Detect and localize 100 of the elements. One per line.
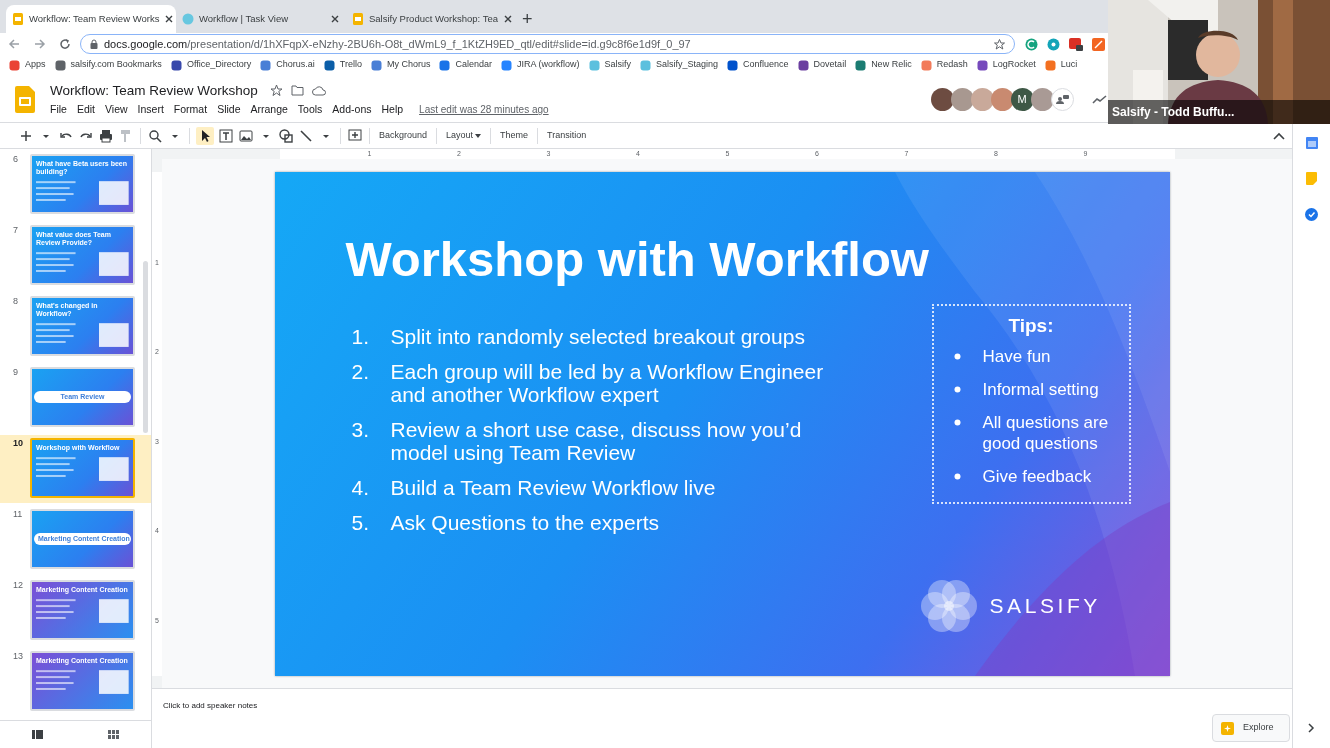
- line-icon[interactable]: [298, 127, 314, 144]
- slide-number: 6: [13, 153, 19, 166]
- menu-item[interactable]: View: [105, 101, 128, 118]
- list-number: 5.: [351, 511, 370, 534]
- tasks-icon[interactable]: [1305, 208, 1318, 221]
- bullet-icon: [953, 473, 961, 480]
- star-icon[interactable]: [269, 84, 283, 98]
- bookmark[interactable]: Office_Directory: [170, 58, 252, 72]
- tab-title: Workflow: Team Review Works: [29, 11, 160, 26]
- bullet-icon: [953, 419, 961, 426]
- bookmark[interactable]: My Chorus: [370, 58, 431, 72]
- forward-icon[interactable]: [34, 38, 46, 50]
- list-item-text: Split into randomly selected breakout groups: [390, 325, 806, 348]
- toolbar-button[interactable]: Transition: [542, 128, 592, 143]
- caret-icon: [475, 133, 482, 138]
- image-icon[interactable]: [238, 127, 254, 144]
- slide-number: 8: [13, 295, 19, 308]
- bookmark[interactable]: JIRA (workflow): [501, 58, 580, 72]
- bookmark[interactable]: salsify.com Bookmarks: [54, 58, 162, 72]
- list-number: 1.: [351, 325, 370, 348]
- bookmark[interactable]: Salsify_Staging: [640, 58, 719, 72]
- last-edit-link[interactable]: Last edit was 28 minutes ago: [419, 102, 549, 118]
- avatar[interactable]: [1030, 87, 1054, 111]
- bookmark[interactable]: Salsify: [588, 58, 631, 72]
- print-icon[interactable]: [98, 127, 114, 144]
- menu-item[interactable]: Slide: [217, 101, 241, 118]
- bookmark[interactable]: New Relic: [855, 58, 912, 72]
- bookmark[interactable]: Redash: [920, 58, 968, 72]
- avatar[interactable]: [990, 87, 1014, 111]
- list-number: 2.: [351, 360, 370, 385]
- zoom-icon[interactable]: [147, 127, 163, 144]
- menu-item[interactable]: Arrange: [250, 101, 288, 118]
- list-number: 4.: [351, 476, 370, 499]
- menu-item[interactable]: Tools: [297, 101, 323, 118]
- bookmark[interactable]: Dovetail: [797, 58, 847, 72]
- tip-text: All questions are good questions: [982, 412, 1110, 454]
- toolbar-button[interactable]: Background: [374, 128, 433, 143]
- browser-tab[interactable]: Salsify Product Workshop: Tea: [346, 5, 516, 33]
- tab-title: Workflow | Task View: [199, 11, 290, 26]
- bookmark[interactable]: Apps: [9, 58, 46, 72]
- list-item-text: Build a Team Review Workflow live: [390, 476, 717, 499]
- document-title[interactable]: Workflow: Team Review Workshop: [50, 80, 258, 101]
- browser-tab[interactable]: Workflow | Task View: [176, 5, 346, 33]
- activity-icon[interactable]: [1091, 94, 1108, 104]
- avatar[interactable]: [950, 87, 974, 111]
- folder-icon[interactable]: [290, 85, 304, 97]
- close-icon[interactable]: [164, 14, 175, 24]
- browser-tab[interactable]: Workflow: Team Review Works: [6, 5, 176, 33]
- bullet-icon: [953, 353, 961, 360]
- chevron-icon[interactable]: [1308, 723, 1315, 733]
- menu-item[interactable]: Help: [381, 101, 404, 118]
- speaker-notes-field[interactable]: Click to add speaker notes: [163, 700, 258, 712]
- extension-icon[interactable]: [1069, 37, 1083, 51]
- toolbar-button[interactable]: Theme: [495, 128, 534, 143]
- reload-icon[interactable]: [59, 38, 71, 50]
- list-number: 3.: [351, 418, 370, 443]
- bookmark[interactable]: Chorus.ai: [260, 58, 315, 72]
- menu-item[interactable]: Edit: [76, 101, 95, 118]
- bookmark[interactable]: Trello: [323, 58, 362, 72]
- slide[interactable]: [274, 172, 1170, 676]
- new-tab-button[interactable]: +: [522, 10, 533, 28]
- collapse-icon[interactable]: [1273, 131, 1285, 140]
- tip-text: Give feedback: [982, 466, 1093, 487]
- shape-icon[interactable]: [278, 127, 294, 144]
- avatar[interactable]: [930, 87, 954, 111]
- comment-add-icon[interactable]: [347, 127, 363, 144]
- slide-number: 13: [13, 650, 24, 663]
- close-icon[interactable]: [330, 14, 340, 24]
- bookmark[interactable]: Calendar: [439, 58, 492, 72]
- bookmark[interactable]: Confluence: [727, 58, 789, 72]
- menu-item[interactable]: Format: [173, 101, 208, 118]
- scrollbar[interactable]: [143, 261, 148, 433]
- menu-item[interactable]: File: [50, 101, 67, 118]
- tip-text: Have fun: [982, 346, 1052, 367]
- bookmark[interactable]: LogRocket: [976, 58, 1036, 72]
- logo-text: SALSIFY: [989, 593, 1101, 620]
- slide-number: 9: [13, 366, 19, 379]
- back-icon[interactable]: [8, 38, 20, 50]
- slide-number: 7: [13, 224, 19, 237]
- star-icon[interactable]: [994, 38, 1005, 50]
- close-icon[interactable]: [503, 14, 513, 24]
- avatar[interactable]: M: [1010, 87, 1034, 111]
- globe-icon: [182, 13, 194, 25]
- toolbar-button[interactable]: Layout: [441, 128, 487, 143]
- slide-number: 11: [13, 508, 24, 521]
- menu-item[interactable]: Add-ons: [332, 101, 372, 118]
- sparkle-icon: [1221, 721, 1234, 735]
- bookmark[interactable]: Luci: [1044, 58, 1078, 72]
- text-box-icon[interactable]: [218, 127, 234, 144]
- url-text: docs.google.com/presentation/d/1hXFqpX-eNzhy-2BU6h-O8t_dWmL9_f_1KtZH9ED_qtl/edit#slide=id.g9c8f6e1d9f_0_97: [104, 36, 692, 52]
- select-icon[interactable]: [196, 126, 214, 145]
- calendar-icon[interactable]: [1305, 137, 1318, 149]
- tip-text: Informal setting: [982, 379, 1100, 400]
- explore-button[interactable]: Explore: [1212, 714, 1290, 742]
- menu-item[interactable]: Insert: [137, 101, 164, 118]
- comments-icon[interactable]: [1050, 87, 1074, 111]
- filmstrip-view-icon[interactable]: [32, 730, 44, 739]
- cloud-icon[interactable]: [311, 85, 326, 96]
- slide-number: 12: [13, 579, 24, 592]
- grid-view-icon[interactable]: [107, 730, 119, 739]
